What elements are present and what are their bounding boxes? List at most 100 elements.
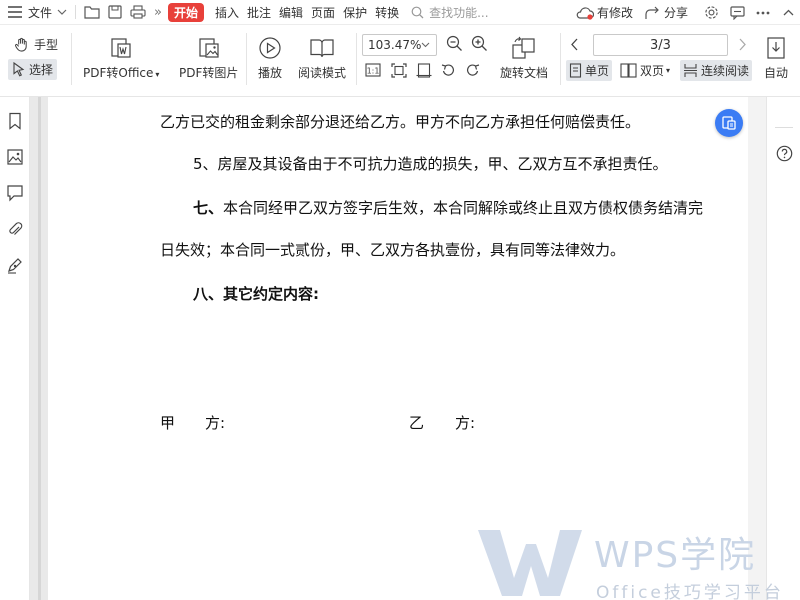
tab-edit[interactable]: 编辑: [275, 0, 307, 25]
message-button[interactable]: [724, 0, 750, 25]
party-a-colon: 方:: [205, 414, 226, 432]
floating-convert-button[interactable]: [715, 109, 743, 137]
thumbnail-icon[interactable]: [6, 148, 24, 166]
share-button[interactable]: 分享: [641, 0, 692, 25]
continuous-reading-label: 连续阅读: [701, 64, 750, 78]
zoom-value: 103.47%: [368, 38, 422, 52]
reading-mode-button[interactable]: 阅读模式: [298, 36, 346, 81]
zoom-select[interactable]: 103.47%: [362, 34, 437, 56]
zoom-out-button[interactable]: [446, 35, 463, 52]
fit-width-button[interactable]: [416, 63, 432, 78]
print-button[interactable]: [126, 0, 150, 25]
convert-doc-icon: [722, 116, 736, 130]
page-edge-shadow: [38, 97, 41, 600]
help-icon[interactable]: [776, 145, 793, 162]
continuous-reading-button[interactable]: 连续阅读: [680, 60, 753, 81]
rotate-left-button[interactable]: [440, 63, 456, 78]
tab-home[interactable]: 开始: [166, 0, 211, 25]
tab-protect[interactable]: 保护: [339, 0, 371, 25]
tab-insert[interactable]: 插入: [211, 0, 243, 25]
document-line: 5、房屋及其设备由于不可抗力造成的损失，甲、乙双方互不承担责任。: [193, 155, 668, 173]
zoom-in-button[interactable]: [471, 35, 488, 52]
bookmark-icon[interactable]: [6, 112, 24, 130]
single-page-button[interactable]: 单页: [566, 60, 613, 81]
file-menu-label: 文件: [28, 5, 53, 20]
pdf-to-office-label: PDF转Office ▾: [83, 64, 159, 81]
rotate-left-icon: [441, 64, 455, 76]
rotate-document-icon: [512, 36, 535, 59]
search-icon: [411, 6, 424, 18]
page-indicator: 3/3: [650, 37, 671, 53]
collapse-ribbon-button[interactable]: [776, 0, 800, 25]
party-b-char: 乙: [409, 414, 425, 432]
open-file-button[interactable]: [80, 0, 104, 25]
document-line: 乙方已交的租金剩余部分退还给乙方。甲方不向乙方承担任何赔偿责任。: [160, 113, 641, 131]
signature-icon[interactable]: [6, 256, 24, 274]
party-b-colon: 方:: [455, 414, 476, 432]
fit-page-button[interactable]: [391, 63, 407, 78]
share-icon: [645, 6, 659, 19]
auto-scroll-button[interactable]: 自动: [764, 36, 788, 81]
clause-number: 七、: [193, 199, 224, 217]
party-a-char: 甲: [160, 414, 176, 432]
has-changes-button[interactable]: 有修改: [572, 0, 637, 25]
tab-annotate[interactable]: 批注: [243, 0, 275, 25]
pdf-to-office-icon: [111, 38, 131, 58]
share-label: 分享: [663, 6, 688, 20]
gear-icon: [704, 6, 718, 19]
message-icon: [729, 5, 745, 20]
left-sidebar: [0, 97, 30, 600]
document-line: 日失效；本合同一式贰份，甲、乙双方各执壹份，具有同等法律效力。: [160, 241, 626, 259]
hand-tool-label: 手型: [34, 38, 59, 52]
previous-page-button[interactable]: [570, 38, 579, 51]
double-page-button[interactable]: 双页 ▾: [620, 62, 670, 79]
cursor-arrow-icon: [13, 62, 25, 77]
comment-icon[interactable]: [6, 184, 24, 202]
tab-page[interactable]: 页面: [307, 0, 339, 25]
wps-academy-watermark: WPS学院 Office技巧学习平台: [470, 522, 800, 600]
pdf-to-image-button[interactable]: PDF转图片: [179, 36, 238, 81]
tab-convert[interactable]: 转换: [371, 0, 403, 25]
tab-home-label: 开始: [167, 2, 204, 22]
attachment-icon[interactable]: [6, 220, 24, 238]
clause-text: 本合同经甲乙双方签字后生效，本合同解除或终止且双方债权债务结清完: [223, 199, 704, 217]
rotate-document-button[interactable]: 旋转文档: [500, 36, 548, 81]
menubar-right-area: 有修改 分享: [572, 0, 800, 25]
divider: [71, 33, 72, 85]
pdf-to-office-text: PDF转Office: [83, 66, 154, 80]
page-number-input[interactable]: 3/3: [593, 34, 728, 56]
search-input[interactable]: 查找功能...: [411, 4, 529, 21]
print-icon: [130, 5, 146, 19]
hand-icon: [14, 37, 27, 52]
party-b-signature-label: 乙 方:: [409, 412, 475, 433]
auto-scroll-icon: [767, 37, 785, 59]
actual-size-button[interactable]: 1:1: [365, 63, 381, 77]
fit-width-icon: [416, 63, 432, 78]
folder-icon: [84, 6, 100, 19]
single-page-label: 单页: [585, 64, 610, 78]
search-placeholder: 查找功能...: [429, 5, 489, 20]
double-page-label: 双页: [640, 64, 665, 78]
watermark-tagline: Office技巧学习平台: [596, 583, 784, 600]
pdf-to-office-button[interactable]: PDF转Office ▾: [83, 36, 159, 81]
settings-button[interactable]: [698, 0, 724, 25]
chevron-up-icon: [783, 9, 793, 15]
more-horizontal-icon: [756, 11, 770, 14]
save-button[interactable]: [104, 0, 126, 25]
rotate-right-icon: [466, 64, 480, 76]
actual-size-icon: 1:1: [365, 63, 381, 77]
hamburger-menu-button[interactable]: 文件: [0, 0, 71, 25]
menu-bar: 文件 » 开始 插入 批注 编辑 页面 保护 转换 查找功能... 有修改 分享: [0, 0, 800, 25]
more-options-button[interactable]: [750, 0, 776, 25]
dropdown-arrow-icon: ▾: [666, 66, 671, 75]
next-page-button[interactable]: [738, 38, 747, 51]
chevron-left-icon: [571, 38, 578, 51]
select-tool-label: 选择: [29, 63, 54, 77]
rotate-right-button[interactable]: [465, 63, 481, 78]
chevron-down-icon: [57, 9, 67, 15]
hand-tool-button[interactable]: 手型: [14, 36, 58, 53]
auto-scroll-label: 自动: [764, 66, 789, 80]
select-tool-button[interactable]: 选择: [8, 59, 58, 80]
more-quick-tools-button[interactable]: »: [150, 0, 166, 25]
play-button[interactable]: 播放: [258, 36, 282, 81]
